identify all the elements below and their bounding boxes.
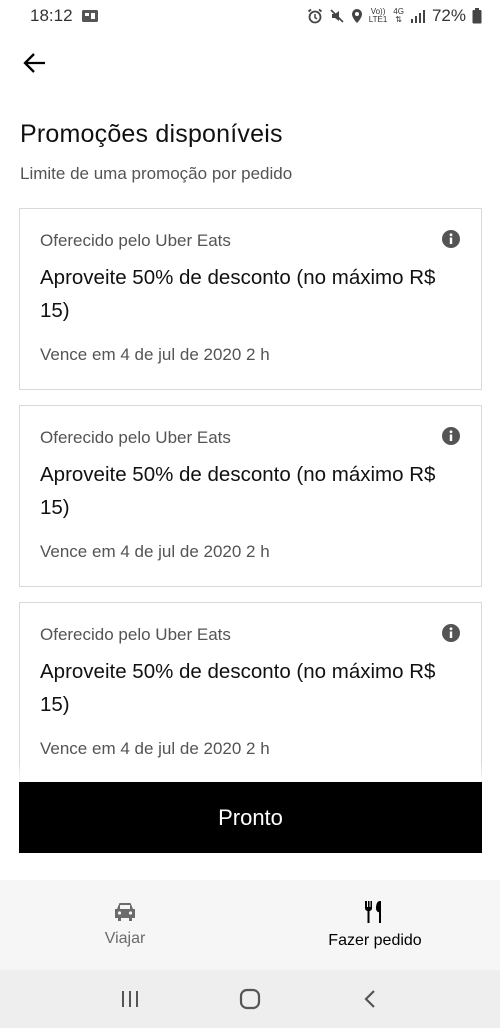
home-icon xyxy=(239,988,261,1010)
bottom-nav: Viajar Fazer pedido xyxy=(0,880,500,970)
signal-icon xyxy=(410,10,425,23)
recent-apps-button[interactable] xyxy=(110,979,150,1019)
system-back-button[interactable] xyxy=(350,979,390,1019)
data-indicator: 4G ⇅ xyxy=(393,7,404,24)
nav-item-ride[interactable]: Viajar xyxy=(0,880,250,970)
promo-title: Aproveite 50% de desconto (no máximo R$ … xyxy=(40,463,436,519)
car-icon xyxy=(115,903,135,921)
promo-card[interactable]: Oferecido pelo Uber Eats Aproveite 50% d… xyxy=(19,208,482,390)
alarm-icon xyxy=(307,8,322,24)
info-icon[interactable] xyxy=(441,229,461,249)
fork-knife-icon xyxy=(364,901,381,923)
page-title: Promoções disponíveis xyxy=(20,120,283,148)
back-icon xyxy=(364,990,375,1008)
mute-icon xyxy=(330,9,344,23)
arrow-left-icon xyxy=(23,53,45,73)
volte-indicator: Vo)) LTE1 xyxy=(368,7,388,24)
promo-card[interactable]: Oferecido pelo Uber Eats Aproveite 50% d… xyxy=(19,405,482,587)
promo-title: Aproveite 50% de desconto (no máximo R$ … xyxy=(40,660,436,716)
status-right: Vo)) LTE1 4G ⇅ 72% xyxy=(307,6,482,26)
location-icon xyxy=(351,9,362,23)
promo-title: Aproveite 50% de desconto (no máximo R$ … xyxy=(40,266,436,322)
promo-expiry: Vence em 4 de jul de 2020 2 h xyxy=(40,542,270,561)
promo-card[interactable]: Oferecido pelo Uber Eats Aproveite 50% d… xyxy=(19,602,482,784)
system-nav-bar xyxy=(0,970,500,1028)
promo-offered-by: Oferecido pelo Uber Eats xyxy=(40,625,231,644)
done-button[interactable]: Pronto xyxy=(19,782,482,853)
scroll-fade xyxy=(0,762,500,784)
info-icon[interactable] xyxy=(441,426,461,446)
info-icon[interactable] xyxy=(441,623,461,643)
battery-percent: 72% xyxy=(431,6,466,25)
recent-apps-icon xyxy=(122,991,138,1007)
home-button[interactable] xyxy=(230,979,270,1019)
battery-icon xyxy=(472,8,482,24)
data-arrows-icon: ⇅ xyxy=(395,15,402,24)
nav-item-order[interactable]: Fazer pedido xyxy=(250,880,500,970)
promo-expiry: Vence em 4 de jul de 2020 2 h xyxy=(40,345,270,364)
back-button[interactable] xyxy=(18,46,52,80)
nav-label-order: Fazer pedido xyxy=(328,932,422,949)
sim-card-icon xyxy=(81,10,98,22)
promo-offered-by: Oferecido pelo Uber Eats xyxy=(40,231,231,250)
status-left: 18:12 xyxy=(30,6,99,26)
promo-offered-by: Oferecido pelo Uber Eats xyxy=(40,428,231,447)
nav-label-ride: Viajar xyxy=(104,930,146,947)
status-time: 18:12 xyxy=(30,6,73,25)
status-bar: 18:12 Vo)) LTE1 4G ⇅ 72% xyxy=(0,0,500,32)
promo-expiry: Vence em 4 de jul de 2020 2 h xyxy=(40,739,270,758)
page-subtitle: Limite de uma promoção por pedido xyxy=(20,164,293,183)
